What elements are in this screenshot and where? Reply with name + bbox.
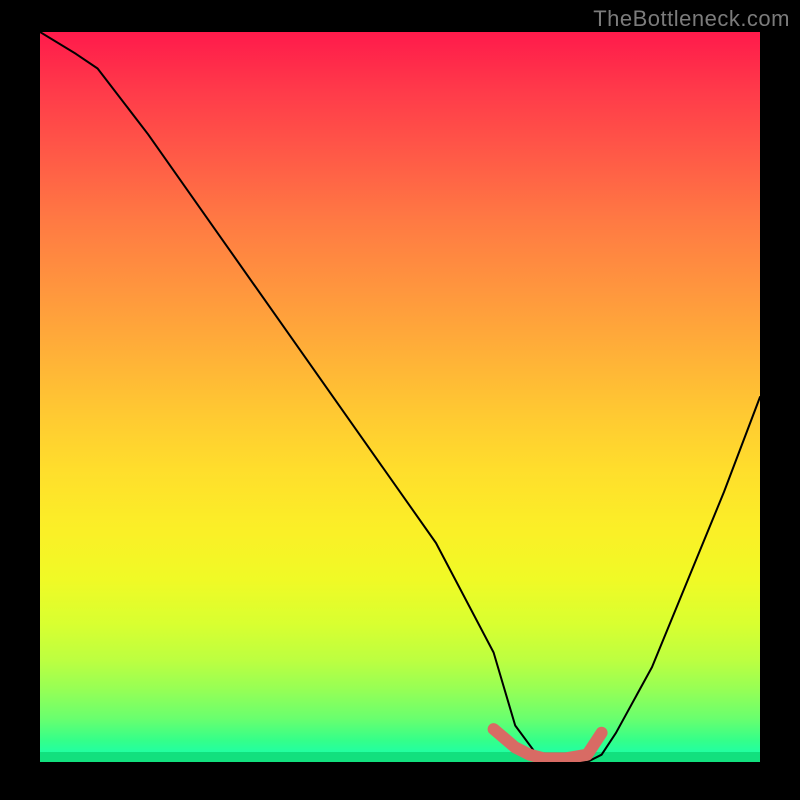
highlight-curve	[494, 729, 602, 758]
main-curve	[40, 32, 760, 762]
chart-canvas: TheBottleneck.com	[0, 0, 800, 800]
plot-area	[40, 32, 760, 762]
chart-lines	[40, 32, 760, 762]
watermark-text: TheBottleneck.com	[593, 6, 790, 32]
